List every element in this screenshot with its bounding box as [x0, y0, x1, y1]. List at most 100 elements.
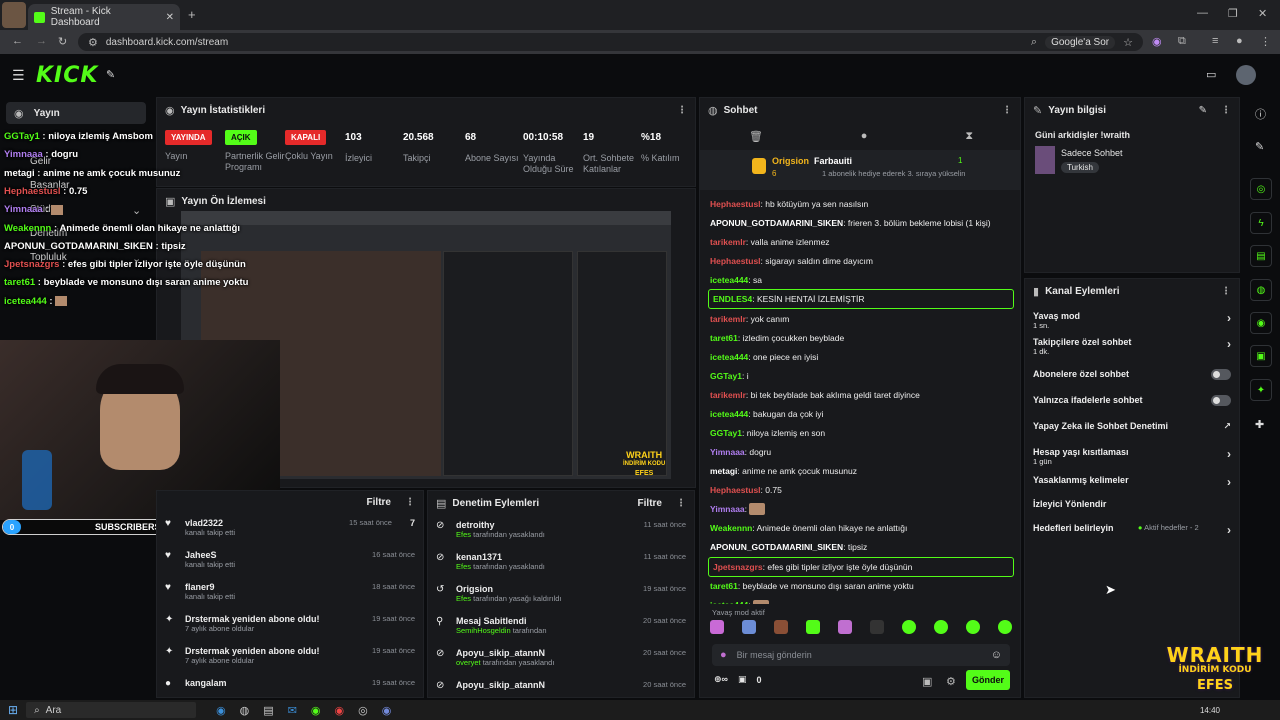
close-tab-icon[interactable]: ✕ — [166, 12, 174, 23]
moderation-item[interactable]: ⊘ Apoyu_sikip_atannN overyet tarafından … — [428, 644, 694, 676]
taskbar-app-icon[interactable]: ✉ — [288, 704, 297, 717]
chat-message[interactable]: Yimnaaa: — [700, 499, 1020, 519]
stream-info-menu-icon[interactable]: ⋮ — [1221, 105, 1231, 116]
chat-message[interactable]: icetea444: one piece en iyisi — [700, 347, 1020, 366]
moderation-filter-button[interactable]: Filtre — [638, 498, 662, 509]
moderation-item[interactable]: ⊘ detroithy Efes tarafından yasaklandı 1… — [428, 516, 694, 548]
windows-start-icon[interactable]: ⊞ — [8, 703, 18, 717]
extensions-puzzle-icon[interactable]: ⧉ — [1178, 35, 1186, 48]
chat-username[interactable]: Yimnaaa — [710, 447, 745, 457]
chat-username[interactable]: APONUN_GOTDAMARINI_SIKEN — [710, 218, 843, 228]
edit-icon[interactable]: ✎ — [1199, 105, 1207, 116]
chat-message[interactable]: icetea444: — [700, 596, 1020, 604]
taskbar-app-icon[interactable]: ◉ — [216, 704, 226, 717]
external-link-icon[interactable]: ↗ — [1223, 421, 1231, 432]
infinity-icon[interactable]: ⊕∞ — [714, 674, 728, 685]
minimize-icon[interactable]: — — [1197, 7, 1208, 19]
new-tab-icon[interactable]: + — [188, 7, 196, 22]
gift-user1[interactable]: Origsion — [772, 156, 809, 166]
chat-username[interactable]: tarikemlr — [710, 314, 746, 324]
chat-message[interactable]: tarikemlr: bi tek beyblade bak aklıma ge… — [700, 385, 1020, 404]
chat-message[interactable]: Jpetsnazgrs: efes gibi tipler izliyor iş… — [708, 556, 1014, 577]
chat-message[interactable]: ENDLES4: KESİN HENTAİ İZLEMİŞTİR — [708, 289, 1014, 309]
pin-icon[interactable]: ✎ — [106, 68, 115, 81]
rail-tools-icon[interactable]: ✦ — [1250, 379, 1272, 401]
chat-message[interactable]: icetea444: bakugan da çok iyi — [700, 404, 1020, 423]
emote-icon[interactable] — [998, 620, 1012, 634]
nav-item-stream[interactable]: ◉ Yayın — [6, 102, 146, 124]
activity-filter-button[interactable]: Filtre — [367, 497, 391, 508]
channel-action-item[interactable]: Yasaklanmış kelimeler › — [1025, 475, 1239, 489]
chat-username[interactable]: GGTay1 — [710, 371, 742, 381]
bookmark-star-icon[interactable]: ☆ — [1123, 36, 1133, 49]
chat-username[interactable]: icetea444 — [710, 600, 748, 604]
chat-icon[interactable]: ● — [861, 130, 868, 142]
activity-item[interactable]: ♥ JaheeS kanalı takip etti 16 saat önce — [157, 546, 423, 578]
send-button[interactable]: Gönder — [966, 670, 1010, 690]
taskbar-chrome-icon[interactable]: ◉ — [335, 704, 345, 717]
chat-message[interactable]: metagi: anime ne amk çocuk musunuz — [700, 461, 1020, 480]
chat-username[interactable]: Hephaestusl — [710, 199, 761, 209]
site-info-icon[interactable]: ⚙ — [88, 36, 98, 49]
channel-action-item[interactable]: Yavaş mod 1 sn. › — [1025, 311, 1239, 330]
chat-username[interactable]: tarikemlr — [710, 237, 746, 247]
message-input[interactable]: ● Bir mesaj gönderin ☺ — [712, 644, 1010, 666]
emote-icon[interactable] — [710, 620, 724, 634]
chat-username[interactable]: icetea444 — [710, 409, 748, 419]
chat-username[interactable]: ENDLES4 — [713, 294, 752, 304]
menu-dots-icon[interactable]: ⋮ — [1260, 35, 1271, 48]
chat-message[interactable]: icetea444: sa — [700, 270, 1020, 289]
stats-menu-icon[interactable]: ⋮ — [677, 105, 687, 116]
rail-layout-icon[interactable]: ▣ — [1250, 345, 1272, 367]
moderation-menu-icon[interactable]: ⋮ — [676, 498, 686, 509]
emote-icon[interactable] — [838, 620, 852, 634]
chat-message[interactable]: Hephaestusl: 0.75 — [700, 480, 1020, 499]
url-field[interactable]: ⚙ dashboard.kick.com/stream ⌕ Google'a S… — [78, 33, 1143, 51]
emote-icon[interactable] — [774, 620, 788, 634]
user-avatar[interactable] — [1236, 65, 1256, 85]
chat-username[interactable]: Weakennn — [710, 523, 752, 533]
chat-username[interactable]: Jpetsnazgrs — [713, 562, 763, 572]
channel-action-item[interactable]: Yalnızca ifadelerle sohbet — [1025, 395, 1239, 406]
taskbar-app-icon[interactable]: ◉ — [311, 704, 321, 717]
chat-username[interactable]: Hephaestusl — [710, 256, 761, 266]
emote-icon[interactable] — [902, 620, 916, 634]
hamburger-menu-icon[interactable]: ☰ — [12, 67, 25, 84]
points-icon[interactable]: ▣ — [738, 674, 747, 685]
activity-item[interactable]: ✦ Drstermak yeniden abone oldu! 7 aylık … — [157, 642, 423, 674]
maximize-icon[interactable]: ❐ — [1228, 7, 1238, 20]
close-window-icon[interactable]: ✕ — [1258, 7, 1267, 20]
chat-message[interactable]: Weakennn: Animede önemli olan hikaye ne … — [700, 519, 1020, 538]
trash-icon[interactable]: 🗑 — [749, 130, 763, 143]
emote-icon[interactable] — [806, 620, 820, 634]
chat-message[interactable]: GGTay1: i — [700, 366, 1020, 385]
chat-username[interactable]: icetea444 — [710, 275, 748, 285]
emote-icon[interactable] — [934, 620, 948, 634]
moderation-item[interactable]: ⚲ Mesaj Sabitlendi SemihHosgeldin tarafı… — [428, 612, 694, 644]
info-icon[interactable]: ⓘ — [1255, 106, 1266, 122]
channel-action-item[interactable]: Takipçilere özel sohbet 1 dk. › — [1025, 337, 1239, 356]
forward-icon[interactable]: → — [36, 35, 47, 47]
taskbar-discord-icon[interactable]: ◉ — [382, 704, 392, 717]
chat-menu-icon[interactable]: ⋮ — [1002, 105, 1012, 116]
chat-username[interactable]: APONUN_GOTDAMARINI_SIKEN — [710, 542, 843, 552]
channel-action-item[interactable]: Hesap yaşı kısıtlaması 1 gün › — [1025, 447, 1239, 466]
chat-message[interactable]: taret61: izledim çocukken beyblade — [700, 328, 1020, 347]
add-widget-icon[interactable]: ✚ — [1255, 418, 1264, 431]
emote-icon[interactable] — [966, 620, 980, 634]
emoji-icon[interactable]: ☺ — [991, 649, 1002, 661]
profile-avatar[interactable] — [2, 2, 26, 28]
chat-username[interactable]: metagi — [710, 466, 737, 476]
chat-username[interactable]: taret61 — [710, 333, 738, 343]
chevron-right-icon[interactable]: › — [1227, 475, 1231, 489]
emote-icon[interactable] — [870, 620, 884, 634]
chat-message[interactable]: Hephaestusl: sigarayı saldın dime dayıcı… — [700, 251, 1020, 270]
emote-icon[interactable] — [742, 620, 756, 634]
media-icon[interactable]: ≡ — [1212, 35, 1218, 47]
toggle-switch[interactable] — [1211, 369, 1231, 380]
chat-username[interactable]: taret61 — [710, 581, 738, 591]
rail-document-icon[interactable]: ▤ — [1250, 245, 1272, 267]
activity-item[interactable]: ♥ vlad2322 kanalı takip etti 15 saat önc… — [157, 514, 423, 546]
pencil-icon[interactable]: ✎ — [1255, 140, 1264, 153]
google-ask-button[interactable]: Google'a Sor — [1045, 35, 1116, 49]
